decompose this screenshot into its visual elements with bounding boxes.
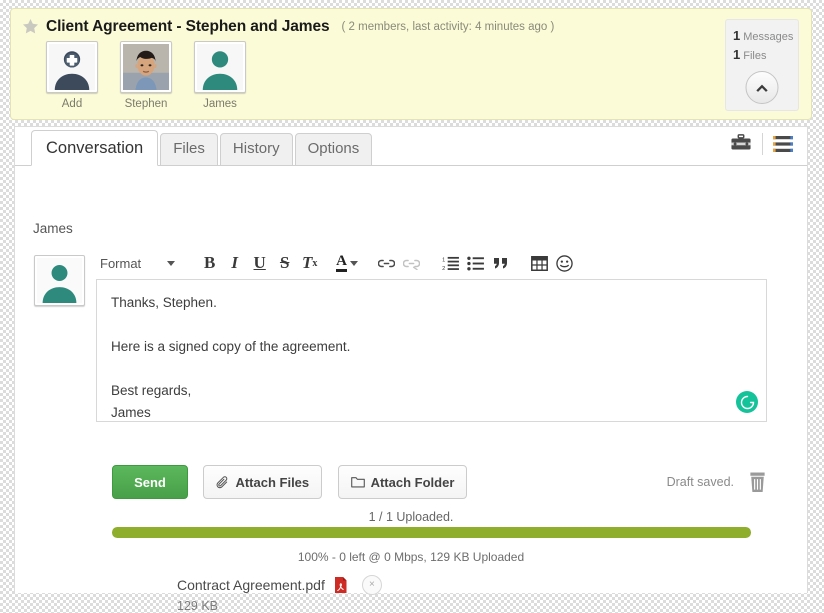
pdf-file-icon xyxy=(334,577,347,593)
file-size: 129 KB xyxy=(177,599,219,613)
conversation-meta: ( 2 members, last activity: 4 minutes ag… xyxy=(341,20,555,33)
member-james[interactable]: James xyxy=(192,41,248,111)
uploaded-file-row: Contract Agreement.pdf × xyxy=(177,575,382,595)
user-silhouette-icon xyxy=(37,258,82,303)
numbered-list-button[interactable]: 1 2 xyxy=(438,250,463,276)
send-button[interactable]: Send xyxy=(112,465,188,499)
upload-progress-bar xyxy=(112,527,751,538)
messages-count-value: 1 xyxy=(733,28,741,43)
chevron-up-icon xyxy=(756,84,768,92)
member-label: Stephen xyxy=(124,98,168,110)
title-row: Client Agreement - Stephen and James ( 2… xyxy=(21,17,554,36)
avatar[interactable] xyxy=(120,41,172,93)
link-button[interactable] xyxy=(374,250,399,276)
paperclip-icon xyxy=(216,475,228,488)
tab-files[interactable]: Files xyxy=(160,133,218,166)
attach-folder-label: Attach Folder xyxy=(370,474,455,490)
composer: James Format B I U S Tx A 1 2 Thanks, St… xyxy=(15,165,807,613)
text-color-button[interactable]: A xyxy=(336,254,359,272)
emoji-button[interactable] xyxy=(552,250,577,276)
editor-wrap: Format B I U S Tx A 1 2 Thanks, Stephen.… xyxy=(96,247,767,422)
counts-panel: 1 Messages 1 Files xyxy=(725,19,799,111)
files-count-value: 1 xyxy=(733,47,741,62)
tab-tools xyxy=(730,133,793,155)
remove-format-button[interactable]: Tx xyxy=(297,250,322,276)
svg-text:1: 1 xyxy=(442,257,445,263)
messages-count-label: Messages xyxy=(743,31,794,43)
files-count-label: Files xyxy=(743,50,767,62)
conversation-header-panel: Client Agreement - Stephen and James ( 2… xyxy=(10,8,812,120)
attach-files-label: Attach Files xyxy=(235,474,310,490)
italic-button[interactable]: I xyxy=(222,250,247,276)
tab-options[interactable]: Options xyxy=(294,133,373,166)
member-label: Add xyxy=(61,98,83,110)
main-panel: Conversation Files History Options James… xyxy=(14,126,808,613)
members-list: Add Stephen James xyxy=(44,41,248,111)
member-add[interactable]: Add xyxy=(44,41,100,111)
attach-folder-button[interactable]: Attach Folder xyxy=(337,465,468,499)
unlink-button[interactable] xyxy=(399,250,424,276)
blockquote-button[interactable] xyxy=(488,250,513,276)
svg-text:2: 2 xyxy=(442,266,445,271)
trash-icon[interactable] xyxy=(748,472,767,493)
remove-file-button[interactable]: × xyxy=(361,575,382,595)
tabs: Conversation Files History Options xyxy=(31,130,374,166)
member-label: James xyxy=(203,98,237,110)
message-body[interactable]: Thanks, Stephen. Here is a signed copy o… xyxy=(111,292,752,424)
upload-progress-fill xyxy=(112,527,751,538)
user-silhouette-icon xyxy=(197,44,243,90)
grammarly-badge-icon[interactable] xyxy=(736,391,758,413)
add-member-icon xyxy=(49,44,95,90)
avatar[interactable] xyxy=(194,41,246,93)
toolbar-separator xyxy=(762,133,763,155)
table-icon xyxy=(531,255,548,271)
draft-area: Draft saved. xyxy=(667,465,767,499)
avatar[interactable] xyxy=(46,41,98,93)
bulleted-list-icon xyxy=(467,256,484,270)
unlink-icon xyxy=(403,259,421,270)
bulleted-list-button[interactable] xyxy=(463,250,488,276)
collapse-header-button[interactable] xyxy=(745,71,779,104)
toolbox-icon[interactable] xyxy=(730,134,752,154)
chevron-down-icon xyxy=(350,260,359,266)
file-name[interactable]: Contract Agreement.pdf xyxy=(177,577,325,593)
folder-icon xyxy=(350,477,365,488)
composer-avatar xyxy=(34,255,85,306)
grammarly-g-icon xyxy=(740,395,754,409)
messages-count: 1 Messages xyxy=(726,27,798,46)
attach-files-button[interactable]: Attach Files xyxy=(203,465,323,499)
chevron-down-icon xyxy=(167,260,176,266)
text-color-label: A xyxy=(336,254,348,272)
files-count: 1 Files xyxy=(726,46,798,65)
format-dropdown[interactable]: Format xyxy=(100,255,176,271)
user-photo-icon xyxy=(123,44,169,90)
numbered-list-icon: 1 2 xyxy=(442,256,459,271)
table-button[interactable] xyxy=(527,250,552,276)
member-stephen[interactable]: Stephen xyxy=(118,41,174,111)
message-editor[interactable]: Thanks, Stephen. Here is a signed copy o… xyxy=(96,279,767,422)
page-title: Client Agreement - Stephen and James xyxy=(46,17,330,35)
action-row: Send Attach Files Attach Folder Draft sa… xyxy=(112,465,767,499)
blockquote-icon xyxy=(493,258,507,269)
strikethrough-button[interactable]: S xyxy=(272,250,297,276)
upload-detail: 100% - 0 left @ 0 Mbps, 129 KB Uploaded xyxy=(297,550,525,564)
bold-button[interactable]: B xyxy=(197,250,222,276)
emoji-icon xyxy=(556,254,573,272)
menu-list-icon[interactable] xyxy=(773,135,793,153)
draft-status: Draft saved. xyxy=(666,475,734,489)
format-dropdown-label: Format xyxy=(100,255,142,271)
underline-button[interactable]: U xyxy=(247,250,272,276)
upload-status: 1 / 1 Uploaded. xyxy=(368,510,454,524)
format-toolbar: Format B I U S Tx A 1 2 xyxy=(96,247,767,279)
link-icon xyxy=(378,259,396,267)
tab-history[interactable]: History xyxy=(219,133,293,166)
star-icon[interactable] xyxy=(21,17,40,36)
composer-sender-name: James xyxy=(33,221,73,236)
tab-conversation[interactable]: Conversation xyxy=(31,130,159,166)
tab-bar: Conversation Files History Options xyxy=(15,127,807,166)
